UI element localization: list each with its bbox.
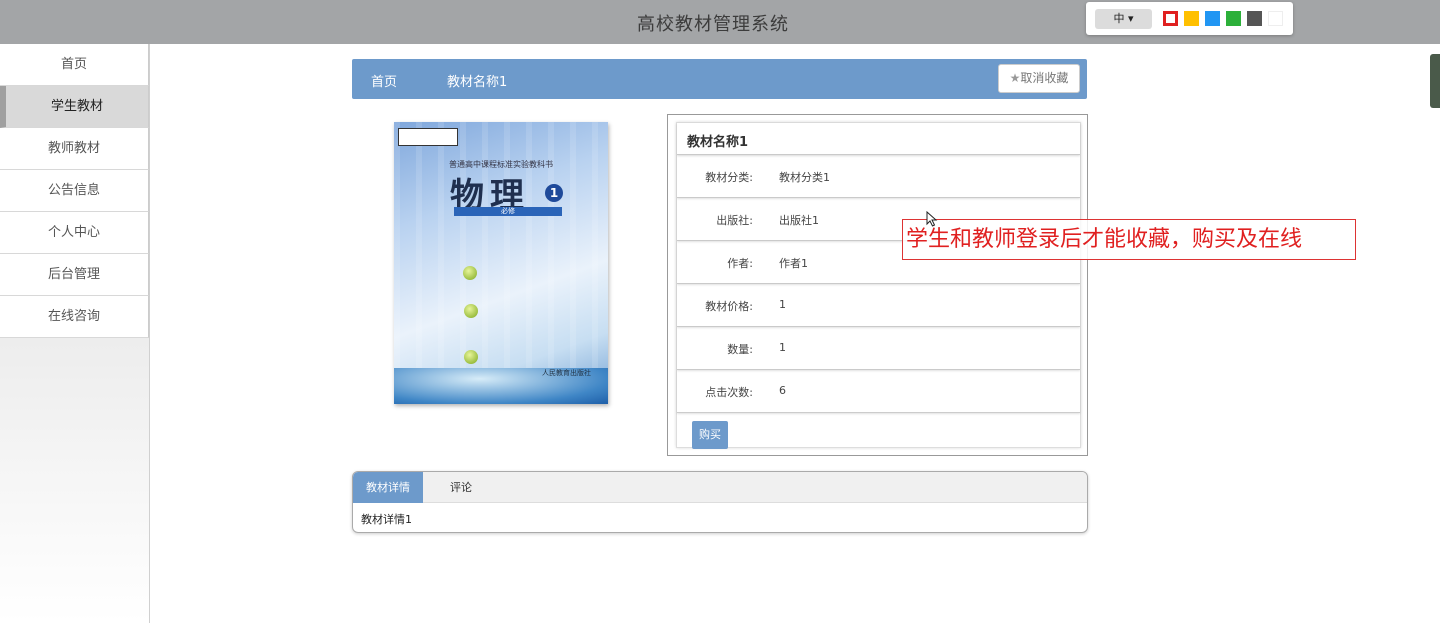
sidebar-item-consult[interactable]: 在线咨询 bbox=[0, 296, 149, 338]
book-publisher: 人民教育出版社 bbox=[542, 369, 591, 377]
book-volume: 1 bbox=[545, 184, 563, 202]
info-title: 教材名称1 bbox=[677, 123, 1080, 155]
unfavorite-label: 取消收藏 bbox=[1020, 71, 1069, 85]
sidebar-item-profile[interactable]: 个人中心 bbox=[0, 212, 149, 254]
star-icon: ★ bbox=[1009, 71, 1021, 85]
breadcrumb-home[interactable]: 首页 bbox=[371, 71, 397, 90]
info-label: 数量: bbox=[727, 343, 753, 356]
font-size-value: 中 bbox=[1113, 12, 1125, 25]
apple-icon bbox=[463, 266, 477, 280]
breadcrumb: 首页 教材名称1 ★取消收藏 bbox=[352, 59, 1087, 99]
sidebar-item-home[interactable]: 首页 bbox=[0, 44, 149, 86]
theme-swatch-yellow[interactable] bbox=[1184, 11, 1199, 26]
info-row-quantity: 数量: 1 bbox=[677, 327, 1080, 370]
top-header: 高校教材管理系统 中 ▾ bbox=[0, 0, 1440, 44]
info-value: 1 bbox=[779, 298, 786, 311]
book-edition: 必修 bbox=[454, 207, 562, 216]
theme-switcher: 中 ▾ bbox=[1086, 2, 1293, 35]
sidebar: 首页 学生教材 教师教材 公告信息 个人中心 后台管理 在线咨询 bbox=[0, 44, 150, 623]
unfavorite-button[interactable]: ★取消收藏 bbox=[998, 64, 1080, 93]
theme-swatch-red[interactable] bbox=[1163, 11, 1178, 26]
font-size-select[interactable]: 中 ▾ bbox=[1095, 9, 1152, 29]
sidebar-item-student-textbooks[interactable]: 学生教材 bbox=[0, 86, 149, 128]
tab-comments[interactable]: 评论 bbox=[433, 472, 489, 503]
info-value: 6 bbox=[779, 384, 786, 397]
info-row-price: 教材价格: 1 bbox=[677, 284, 1080, 327]
theme-swatch-green[interactable] bbox=[1226, 11, 1241, 26]
mouse-cursor-icon bbox=[926, 211, 938, 227]
info-label: 出版社: bbox=[716, 214, 753, 227]
theme-swatch-gray[interactable] bbox=[1247, 11, 1262, 26]
details-tabs: 教材详情 评论 教材详情1 bbox=[352, 471, 1088, 533]
info-row-category: 教材分类: 教材分类1 bbox=[677, 155, 1080, 198]
breadcrumb-current: 教材名称1 bbox=[447, 75, 508, 90]
book-cover-image: 普通高中课程标准实验教科书 物理 1 必修 人民教育出版社 bbox=[394, 122, 608, 404]
apple-icon bbox=[464, 304, 478, 318]
tab-content: 教材详情1 bbox=[361, 513, 412, 526]
annotation-note: 学生和教师登录后才能收藏，购买及在线 bbox=[902, 219, 1356, 260]
info-value: 教材分类1 bbox=[779, 171, 830, 184]
scroll-handle[interactable] bbox=[1430, 54, 1440, 108]
apple-icon bbox=[464, 350, 478, 364]
info-value: 作者1 bbox=[779, 257, 808, 270]
info-row-clicks: 点击次数: 6 bbox=[677, 370, 1080, 413]
theme-swatch-blue[interactable] bbox=[1205, 11, 1220, 26]
buy-button[interactable]: 购买 bbox=[692, 421, 728, 449]
sidebar-item-admin[interactable]: 后台管理 bbox=[0, 254, 149, 296]
info-label: 教材价格: bbox=[705, 300, 753, 313]
info-value: 1 bbox=[779, 341, 786, 354]
info-card: 教材名称1 教材分类: 教材分类1 出版社: 出版社1 作者: 作者1 教材价格: 1 … bbox=[676, 122, 1081, 449]
sidebar-item-announcements[interactable]: 公告信息 bbox=[0, 170, 149, 212]
info-label: 作者: bbox=[727, 257, 753, 270]
sidebar-item-teacher-textbooks[interactable]: 教师教材 bbox=[0, 128, 149, 170]
info-label: 点击次数: bbox=[705, 386, 753, 399]
tabs-header: 教材详情 评论 bbox=[353, 472, 1087, 503]
textbook-info-panel: 教材名称1 教材分类: 教材分类1 出版社: 出版社1 作者: 作者1 教材价格: 1 … bbox=[667, 114, 1088, 456]
info-label: 教材分类: bbox=[705, 171, 753, 184]
tab-details[interactable]: 教材详情 bbox=[353, 472, 423, 503]
caret-down-icon: ▾ bbox=[1127, 12, 1134, 25]
info-value: 出版社1 bbox=[779, 214, 819, 227]
theme-swatch-white[interactable] bbox=[1268, 11, 1283, 26]
